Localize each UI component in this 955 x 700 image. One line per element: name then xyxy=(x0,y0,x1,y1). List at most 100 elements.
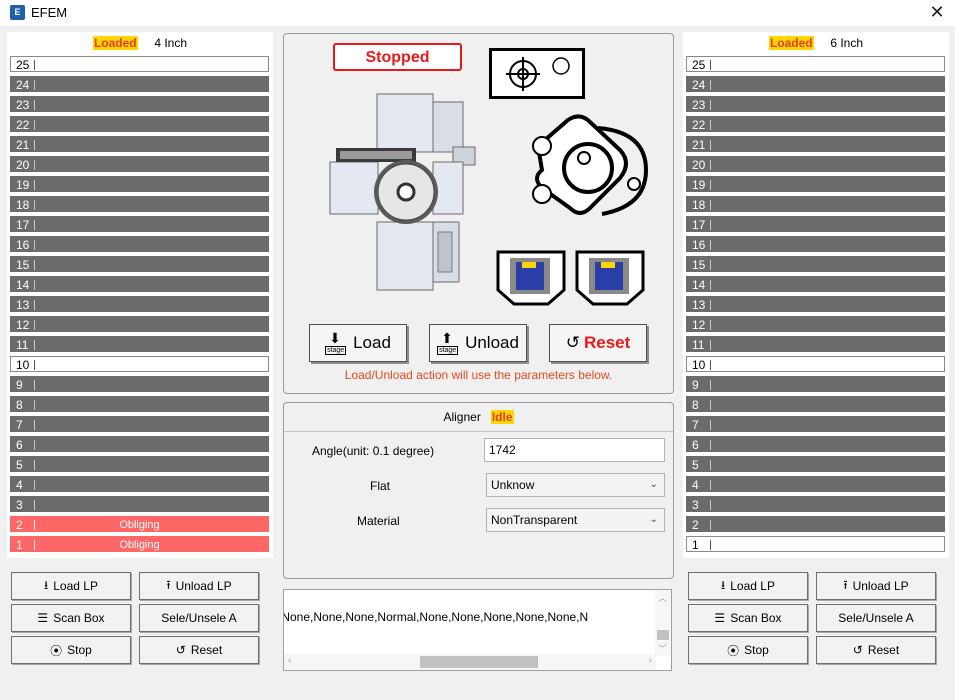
slot-marker xyxy=(710,440,711,450)
slot-row[interactable]: 24 xyxy=(686,76,945,92)
slot-row[interactable]: 2 xyxy=(686,516,945,532)
left-reset-button[interactable]: ↺ Reset xyxy=(139,636,259,664)
slot-row[interactable]: 21 xyxy=(10,136,269,152)
slot-row[interactable]: 15 xyxy=(10,256,269,272)
stage-reset-button[interactable]: ↺ Reset xyxy=(549,324,647,362)
scrollbar-left-icon[interactable]: ‹ xyxy=(288,655,291,666)
slot-row[interactable]: 19 xyxy=(10,176,269,192)
left-load-lp-button[interactable]: ⭳ Load LP xyxy=(11,572,131,600)
slot-row[interactable]: 22 xyxy=(10,116,269,132)
slot-marker xyxy=(34,300,35,310)
material-select[interactable]: NonTransparent ⌄ xyxy=(486,508,665,532)
slot-row[interactable]: 7 xyxy=(10,416,269,432)
slot-row[interactable]: 16 xyxy=(10,236,269,252)
slot-row[interactable]: 13 xyxy=(686,296,945,312)
slot-row[interactable]: 9 xyxy=(686,376,945,392)
slot-number: 4 xyxy=(692,478,699,492)
slot-row[interactable]: 12 xyxy=(686,316,945,332)
slot-row[interactable]: 8 xyxy=(10,396,269,412)
unload-lp-icon: ⭱ xyxy=(166,577,171,592)
scrollbar-thumb[interactable] xyxy=(657,630,669,640)
slot-marker xyxy=(710,480,711,490)
left-unload-lp-button[interactable]: ⭱ Unload LP xyxy=(139,572,259,600)
flat-select[interactable]: Unknow ⌄ xyxy=(486,473,665,497)
slot-row[interactable]: 23 xyxy=(686,96,945,112)
left-scan-box-button[interactable]: ☰ Scan Box xyxy=(11,604,131,632)
slot-row[interactable]: 1 Obliging xyxy=(10,536,269,552)
slot-row[interactable]: 24 xyxy=(10,76,269,92)
slot-marker xyxy=(710,140,711,150)
scrollbar-up-icon[interactable]: ︿ xyxy=(658,591,667,604)
slot-row[interactable]: 18 xyxy=(686,196,945,212)
slot-row[interactable]: 19 xyxy=(686,176,945,192)
slot-row[interactable]: 16 xyxy=(686,236,945,252)
left-size-label: 4 Inch xyxy=(154,36,188,50)
slot-row[interactable]: 14 xyxy=(686,276,945,292)
slot-row[interactable]: 7 xyxy=(686,416,945,432)
slot-marker xyxy=(34,100,35,110)
menu-icon: ☰ xyxy=(37,611,49,625)
slot-row[interactable]: 3 xyxy=(686,496,945,512)
slot-row[interactable]: 18 xyxy=(10,196,269,212)
slot-row[interactable]: 20 xyxy=(686,156,945,172)
scrollbar-down-icon[interactable]: ﹀ xyxy=(658,642,667,655)
slot-marker xyxy=(34,380,35,390)
slot-status: Obliging xyxy=(119,539,160,551)
slot-row[interactable]: 14 xyxy=(10,276,269,292)
slot-row[interactable]: 15 xyxy=(686,256,945,272)
slot-row[interactable]: 25 xyxy=(686,56,945,72)
close-icon[interactable]: ✕ xyxy=(927,2,947,22)
scrollbar-hthumb[interactable] xyxy=(420,656,538,668)
slot-row[interactable]: 4 xyxy=(10,476,269,492)
slot-marker xyxy=(710,220,711,230)
right-stop-button[interactable]: ⦿ Stop xyxy=(688,636,808,664)
vertical-scrollbar[interactable]: ︿ ﹀ xyxy=(655,590,671,656)
slot-row[interactable]: 20 xyxy=(10,156,269,172)
left-stop-button[interactable]: ⦿ Stop xyxy=(11,636,131,664)
log-textbox[interactable]: ,None,None,None,Normal,None,None,None,No… xyxy=(283,589,672,671)
slot-number: 7 xyxy=(16,418,23,432)
slot-row[interactable]: 17 xyxy=(10,216,269,232)
right-sele-unsele-button[interactable]: Sele/Unsele A xyxy=(816,604,936,632)
slot-row[interactable]: 13 xyxy=(10,296,269,312)
angle-input[interactable]: 1742 xyxy=(484,438,665,462)
scrollbar-right-icon[interactable]: › xyxy=(649,655,652,666)
stage-load-button[interactable]: ⬇ stage Load xyxy=(309,324,407,362)
slot-row[interactable]: 10 xyxy=(686,356,945,372)
slot-number: 15 xyxy=(692,258,706,272)
slot-marker xyxy=(34,480,35,490)
slot-row[interactable]: 23 xyxy=(10,96,269,112)
slot-number: 9 xyxy=(16,378,23,392)
slot-row[interactable]: 22 xyxy=(686,116,945,132)
slot-row[interactable]: 6 xyxy=(686,436,945,452)
slot-row[interactable]: 1 xyxy=(686,536,945,552)
stop-icon: ⦿ xyxy=(727,643,740,658)
slot-row[interactable]: 4 xyxy=(686,476,945,492)
slot-row[interactable]: 6 xyxy=(10,436,269,452)
slot-row[interactable]: 3 xyxy=(10,496,269,512)
slot-row[interactable]: 8 xyxy=(686,396,945,412)
right-loaded-badge: Loaded xyxy=(768,36,814,50)
slot-row[interactable]: 11 xyxy=(686,336,945,352)
slot-marker xyxy=(710,540,711,550)
right-reset-button[interactable]: ↺ Reset xyxy=(816,636,936,664)
left-sele-unsele-button[interactable]: Sele/Unsele A xyxy=(139,604,259,632)
carrier-left-icon xyxy=(496,250,566,306)
slot-row[interactable]: 11 xyxy=(10,336,269,352)
slot-marker xyxy=(34,500,35,510)
stage-unload-button[interactable]: ⬆ stage Unload xyxy=(429,324,527,362)
slot-row[interactable]: 2 Obliging xyxy=(10,516,269,532)
slot-number: 5 xyxy=(692,458,699,472)
horizontal-scrollbar[interactable]: ‹ › xyxy=(284,654,656,670)
slot-row[interactable]: 9 xyxy=(10,376,269,392)
slot-row[interactable]: 21 xyxy=(686,136,945,152)
slot-row[interactable]: 17 xyxy=(686,216,945,232)
right-unload-lp-button[interactable]: ⭱ Unload LP xyxy=(816,572,936,600)
slot-row[interactable]: 12 xyxy=(10,316,269,332)
slot-row[interactable]: 10 xyxy=(10,356,269,372)
right-scan-box-button[interactable]: ☰ Scan Box xyxy=(688,604,808,632)
slot-row[interactable]: 25 xyxy=(10,56,269,72)
slot-row[interactable]: 5 xyxy=(686,456,945,472)
right-load-lp-button[interactable]: ⭳ Load LP xyxy=(688,572,808,600)
slot-row[interactable]: 5 xyxy=(10,456,269,472)
